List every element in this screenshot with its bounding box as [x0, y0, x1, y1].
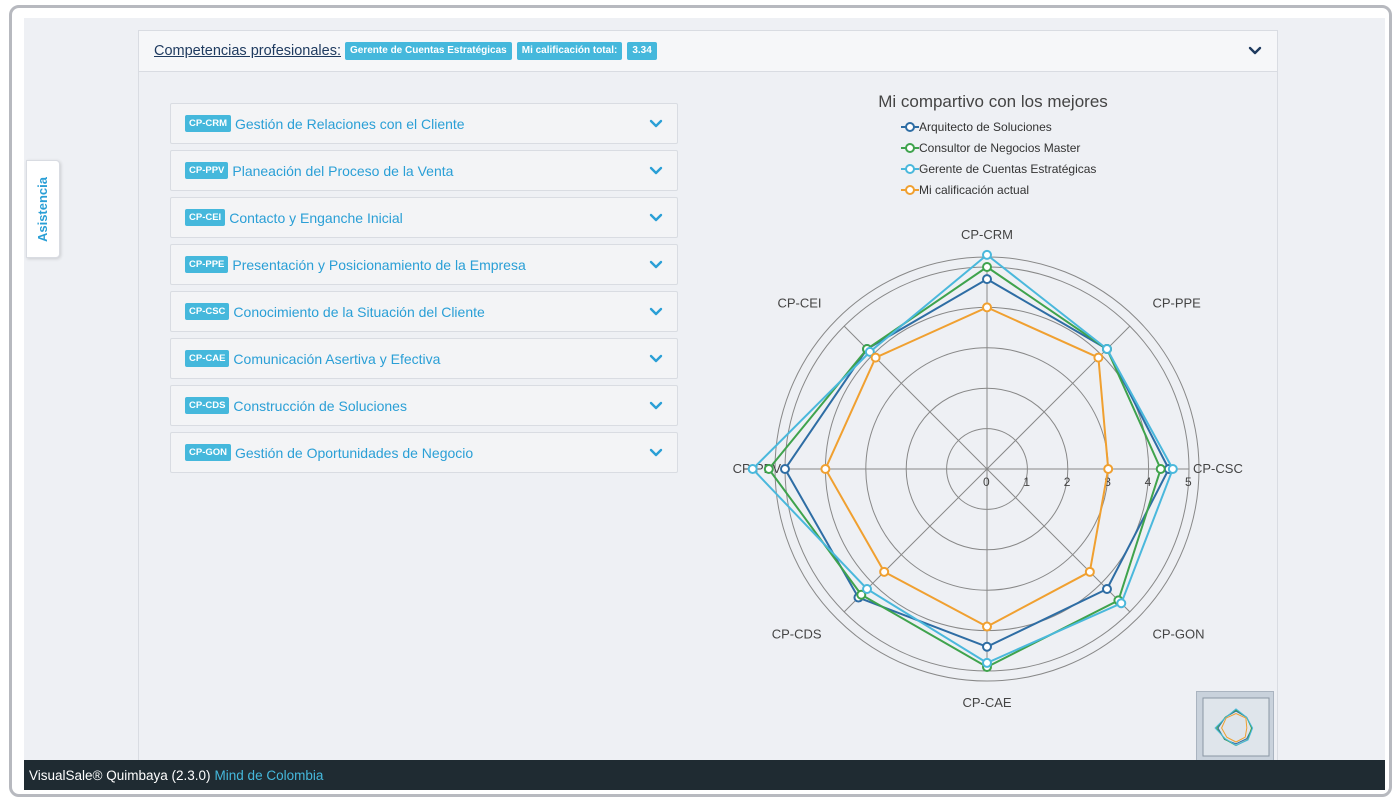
chevron-down-icon[interactable]: [649, 305, 663, 319]
competency-label: Presentación y Posicionamiento de la Emp…: [232, 256, 526, 273]
legend-swatch-marker: [905, 164, 915, 174]
radar-chart-container: Mi compartivo con los mejores Arquitecto …: [713, 79, 1273, 769]
competency-accordion: CP-CRM Gestión de Relaciones con el Clie…: [170, 103, 678, 479]
radar-chart: Mi compartivo con los mejores Arquitecto …: [733, 92, 1243, 710]
competency-code-badge: CP-CDS: [185, 397, 230, 414]
radar-axis-label: CP-CAE: [962, 695, 1011, 710]
chevron-down-icon[interactable]: [649, 211, 663, 225]
competency-code-badge: CP-CSC: [185, 303, 230, 320]
radar-point: [982, 262, 992, 272]
radar-point: [1093, 352, 1104, 363]
radar-series-line: [751, 253, 1174, 665]
radar-point: [1084, 566, 1095, 577]
radar-point: [982, 274, 992, 285]
radar-series-line: [783, 277, 1170, 648]
accordion-item-cp-gon[interactable]: CP-GON Gestión de Oportunidades de Negoc…: [170, 432, 678, 473]
radar-point: [862, 583, 873, 594]
footer: VisualSale® Quimbaya (2.3.0) Mind de Col…: [24, 760, 1385, 790]
radar-point: [1101, 344, 1112, 355]
accordion-item-cp-ppv[interactable]: CP-PPV Planeación del Proceso de la Vent…: [170, 150, 678, 191]
chart-thumbnail[interactable]: [1196, 691, 1274, 761]
accordion-item-cp-cae[interactable]: CP-CAE Comunicación Asertiva y Efectiva: [170, 338, 678, 379]
footer-company-link[interactable]: Mind de Colombia: [215, 768, 324, 783]
chevron-down-icon[interactable]: [1247, 43, 1263, 59]
radar-tick-label: 1: [1023, 475, 1030, 489]
competency-label: Gestión de Oportunidades de Negocio: [235, 444, 474, 461]
footer-brand: VisualSale® Quimbaya (2.3.0): [29, 767, 211, 783]
radar-point: [982, 249, 992, 260]
radar-axis-label: CP-CSC: [1193, 461, 1243, 476]
accordion-item-cp-csc[interactable]: CP-CSC Conocimiento de la Situación del …: [170, 291, 678, 332]
window-frame: Asistencia Competencias profesionales: G…: [9, 5, 1392, 797]
radar-point: [982, 641, 992, 652]
score-label-badge: Mi calificación total:: [516, 42, 623, 60]
radar-point: [1103, 464, 1114, 474]
score-value-badge: 3.34: [627, 42, 657, 60]
radar-point: [1155, 464, 1166, 474]
radar-axis-label: CP-CEI: [777, 296, 821, 311]
accordion-item-cp-cds[interactable]: CP-CDS Construcción de Soluciones: [170, 385, 678, 426]
chevron-down-icon[interactable]: [649, 117, 663, 131]
legend-swatch-marker: [905, 122, 915, 132]
radar-point: [1116, 598, 1127, 609]
competencies-panel: Competencias profesionales: Gerente de C…: [138, 30, 1278, 760]
radar-point: [747, 464, 758, 474]
app-area: Asistencia Competencias profesionales: G…: [24, 18, 1385, 790]
radar-point: [982, 302, 992, 313]
thumbnail-viewport: [1202, 697, 1270, 757]
competency-label: Contacto y Enganche Inicial: [229, 209, 403, 226]
competency-code-badge: CP-PPV: [185, 162, 229, 179]
competency-label: Construcción de Soluciones: [233, 397, 407, 414]
competency-code-badge: CP-GON: [185, 444, 231, 461]
chevron-down-icon[interactable]: [649, 446, 663, 460]
chevron-down-icon[interactable]: [649, 352, 663, 366]
radar-tick-label: 2: [1064, 475, 1071, 489]
radar-point: [1101, 583, 1112, 594]
panel-title[interactable]: Competencias profesionales:: [154, 43, 341, 59]
radar-point: [879, 566, 890, 577]
accordion-item-cp-cei[interactable]: CP-CEI Contacto y Enganche Inicial: [170, 197, 678, 238]
chevron-down-icon[interactable]: [649, 399, 663, 413]
competency-code-badge: CP-CEI: [185, 209, 226, 226]
competency-code-badge: CP-CAE: [185, 350, 230, 367]
chart-title: Mi compartivo con los mejores: [878, 92, 1108, 111]
radar-point: [820, 464, 831, 474]
competency-label: Planeación del Proceso de la Venta: [232, 162, 454, 179]
radar-point: [763, 464, 774, 474]
competency-code-badge: CP-CRM: [185, 115, 231, 132]
radar-axis-label: CP-GON: [1152, 626, 1204, 641]
radar-point: [982, 621, 992, 632]
radar-axis-label: CP-CDS: [772, 626, 822, 641]
radar-axis-label: CP-CRM: [961, 227, 1013, 242]
radar-axis-label: CP-PPE: [1152, 296, 1201, 311]
chart-thumbnail-preview: [1202, 697, 1270, 757]
accordion-item-cp-crm[interactable]: CP-CRM Gestión de Relaciones con el Clie…: [170, 103, 678, 144]
competency-label: Gestión de Relaciones con el Cliente: [235, 115, 465, 132]
radar-tick-label: 4: [1145, 475, 1152, 489]
legend-label: Mi calificación actual: [919, 183, 1029, 197]
radar-point: [870, 352, 881, 363]
legend-label: Arquitecto de Soluciones: [919, 120, 1052, 134]
radar-tick-label: 0: [983, 475, 990, 489]
side-tab-label: Asistencia: [35, 176, 51, 242]
radar-point: [780, 464, 790, 474]
chevron-down-icon[interactable]: [649, 164, 663, 178]
legend-swatch-marker: [905, 185, 915, 195]
radar-tick-label: 5: [1185, 475, 1192, 489]
competency-label: Comunicación Asertiva y Efectiva: [233, 350, 441, 367]
competency-code-badge: CP-PPE: [185, 256, 229, 273]
competency-label: Conocimiento de la Situación del Cliente: [233, 303, 485, 320]
panel-header[interactable]: Competencias profesionales: Gerente de C…: [139, 31, 1277, 72]
side-tab-asistencia[interactable]: Asistencia: [26, 160, 60, 258]
chevron-down-icon[interactable]: [649, 258, 663, 272]
radar-point: [1167, 464, 1178, 474]
legend-label: Gerente de Cuentas Estratégicas: [919, 162, 1096, 176]
accordion-item-cp-ppe[interactable]: CP-PPE Presentación y Posicionamiento de…: [170, 244, 678, 285]
legend-label: Consultor de Negocios Master: [919, 141, 1080, 155]
role-badge: Gerente de Cuentas Estratégicas: [345, 42, 512, 60]
radar-point: [982, 657, 992, 668]
legend-swatch-marker: [905, 143, 915, 153]
